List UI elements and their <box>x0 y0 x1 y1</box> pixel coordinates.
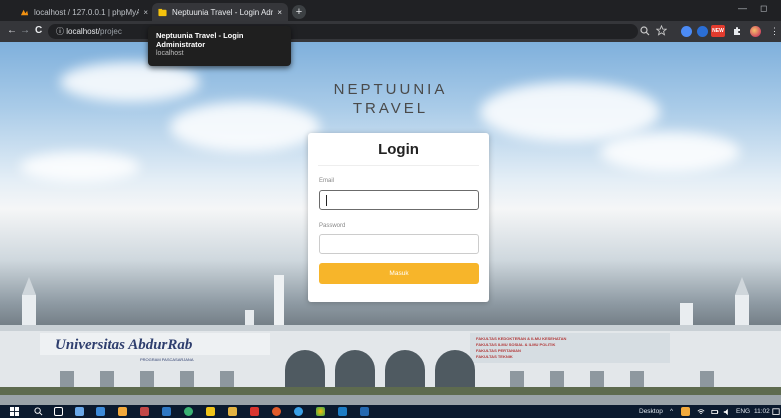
reload-button[interactable]: C <box>35 25 42 37</box>
svg-text:FAKULTAS PERTANIAN: FAKULTAS PERTANIAN <box>476 348 521 353</box>
clock[interactable]: 11:02 <box>754 406 770 417</box>
zoom-icon[interactable] <box>640 26 650 36</box>
new-badge-extension-icon[interactable]: NEW <box>711 25 725 37</box>
taskbar-app-icon[interactable] <box>338 407 347 416</box>
taskbar-app-icon[interactable] <box>250 407 259 416</box>
notification-center-icon[interactable] <box>772 408 780 416</box>
tab-label: localhost / 127.0.0.1 | phpMyAdm <box>34 7 140 17</box>
taskbar-app-icon[interactable] <box>162 407 171 416</box>
taskbar-app-icon[interactable] <box>140 407 149 416</box>
new-tab-button[interactable]: + <box>292 5 306 19</box>
brand-title: NEPTUUNIA TRAVEL <box>0 80 781 118</box>
taskbar-app-icon[interactable] <box>206 407 215 416</box>
chrome-taskbar-icon[interactable] <box>316 407 325 416</box>
screen: { "browser": { "tabs": [ {"label": "loca… <box>0 0 781 418</box>
email-label: Email <box>319 178 335 184</box>
card-divider <box>318 165 479 166</box>
site-info-icon[interactable]: ⓘ <box>56 27 64 36</box>
windows-taskbar: Desktop ^ ENG 11:02 <box>0 405 781 418</box>
wifi-icon[interactable] <box>697 408 705 416</box>
svg-text:FAKULTAS TEKNIK: FAKULTAS TEKNIK <box>476 354 513 359</box>
browser-toolbar: ← → C ⓘ localhost/projec NEW ⋮ <box>0 21 781 42</box>
login-submit-button[interactable]: Masuk <box>319 263 479 284</box>
address-host: localhost/ <box>66 27 101 36</box>
tooltip-title-line1: Neptuunia Travel - Login <box>156 31 244 40</box>
tab-tooltip: Neptuunia Travel - Login Administrator l… <box>148 26 291 66</box>
login-page: Universitas AbdurRab PROGRAM PASCASARJAN… <box>0 42 781 405</box>
taskbar-app-icon[interactable] <box>118 407 127 416</box>
show-hidden-icons-icon[interactable]: ^ <box>670 406 673 417</box>
svg-text:FAKULTAS KEDOKTERAN & ILMU KES: FAKULTAS KEDOKTERAN & ILMU KESEHATAN <box>476 336 566 341</box>
taskbar-app-icon[interactable] <box>360 407 369 416</box>
taskbar-app-icon[interactable] <box>184 407 193 416</box>
taskbar-app-icon[interactable] <box>228 407 237 416</box>
login-card: Login Email Password Masuk <box>308 133 489 302</box>
language-indicator[interactable]: ENG <box>736 406 750 417</box>
restore-button[interactable]: ◻ <box>760 3 767 14</box>
svg-text:Universitas AbdurRab: Universitas AbdurRab <box>55 337 193 353</box>
taskbar-app-icon[interactable] <box>272 407 281 416</box>
menu-kebab-icon[interactable]: ⋮ <box>770 25 779 37</box>
forward-button[interactable]: → <box>20 25 30 37</box>
taskbar-app-icon[interactable] <box>294 407 303 416</box>
address-bar[interactable]: ⓘ localhost/projec <box>48 24 638 39</box>
tooltip-title-line2: Administrator <box>156 40 206 49</box>
windows-start-icon[interactable] <box>10 407 19 416</box>
extensions-puzzle-icon[interactable] <box>732 26 742 36</box>
folder-icon <box>158 8 167 16</box>
browser-tab-strip: localhost / 127.0.0.1 | phpMyAdm × Neptu… <box>0 0 781 21</box>
tab-label: Neptuunia Travel - Login Admini <box>172 7 273 17</box>
svg-text:PROGRAM PASCASARJANA: PROGRAM PASCASARJANA <box>140 357 194 362</box>
task-view-icon[interactable] <box>54 407 63 416</box>
background-cloud <box>600 132 740 172</box>
taskbar-app-icon[interactable] <box>96 407 105 416</box>
background-cloud <box>20 152 140 182</box>
password-label: Password <box>319 223 346 229</box>
profile-avatar[interactable] <box>750 26 761 37</box>
volume-icon[interactable] <box>723 408 731 416</box>
search-icon[interactable] <box>34 407 43 416</box>
minimize-button[interactable]: — <box>738 3 747 13</box>
desktop-toolbar-label[interactable]: Desktop <box>639 406 663 417</box>
close-tab-icon[interactable]: × <box>277 8 282 17</box>
svg-text:FAKULTAS ILMU SOSIAL & ILMU PO: FAKULTAS ILMU SOSIAL & ILMU POLITIK <box>476 342 555 347</box>
bookmark-star-icon[interactable] <box>656 25 667 36</box>
text-caret <box>326 195 327 206</box>
taskbar-app-icon[interactable] <box>75 407 84 416</box>
brand-line-1: NEPTUUNIA <box>333 81 448 98</box>
password-field[interactable] <box>319 234 479 254</box>
email-field[interactable] <box>319 190 479 210</box>
extension-icon[interactable] <box>681 26 692 37</box>
battery-icon[interactable] <box>711 408 719 416</box>
tooltip-host: localhost <box>156 50 184 57</box>
brand-line-2: TRAVEL <box>352 100 429 117</box>
login-title: Login <box>378 141 419 158</box>
tab-login-admin[interactable]: Neptuunia Travel - Login Admini × <box>152 3 288 21</box>
tray-app-icon[interactable] <box>681 407 690 416</box>
address-path: projec <box>100 27 122 36</box>
tab-phpmyadmin[interactable]: localhost / 127.0.0.1 | phpMyAdm × <box>14 3 154 21</box>
back-button[interactable]: ← <box>7 25 17 37</box>
close-tab-icon[interactable]: × <box>143 8 148 17</box>
extension-icon[interactable] <box>697 26 708 37</box>
phpmyadmin-icon <box>20 9 29 15</box>
